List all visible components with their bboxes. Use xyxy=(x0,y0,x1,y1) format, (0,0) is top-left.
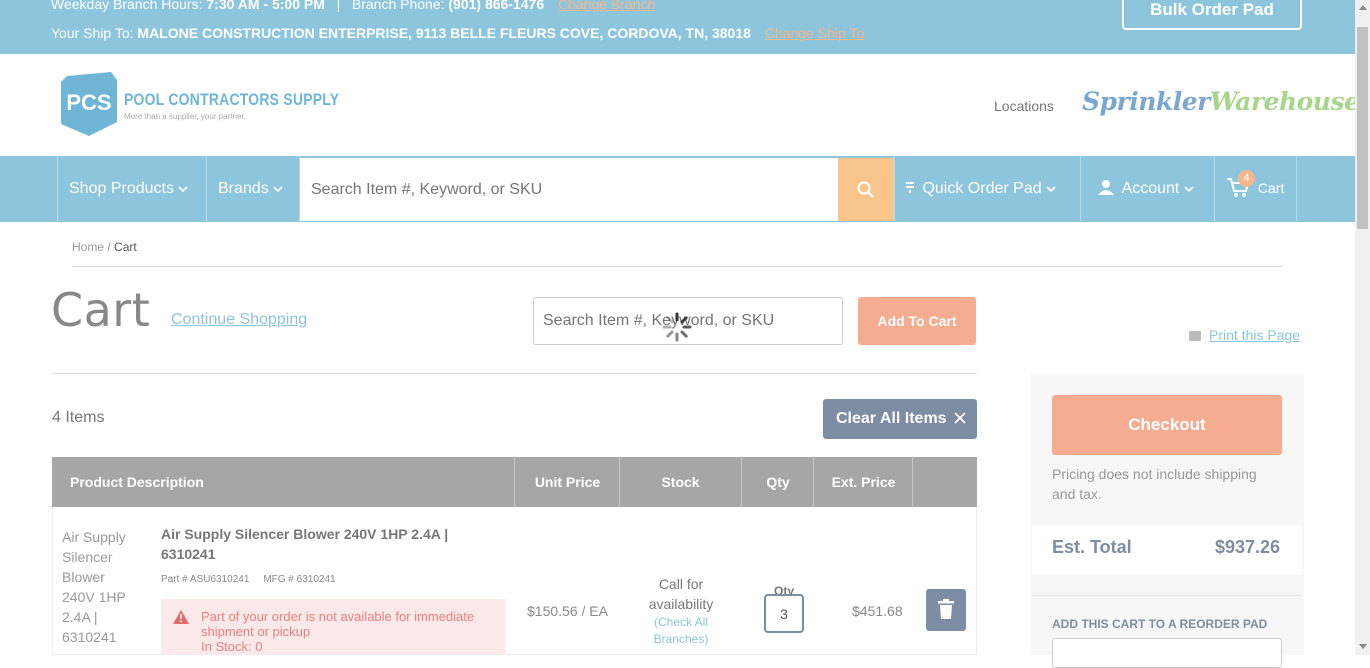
header-unit-price: Unit Price xyxy=(514,457,620,507)
hours-value: 7:30 AM - 5:00 PM xyxy=(206,0,325,12)
breadcrumb-home[interactable]: Home xyxy=(72,240,104,254)
hours-label: Weekday Branch Hours: xyxy=(51,0,203,12)
nav-shop-products[interactable]: Shop Products xyxy=(57,156,207,221)
add-to-cart-button[interactable]: Add To Cart xyxy=(858,297,976,345)
cart-count-badge: 4 xyxy=(1238,170,1255,187)
page-title: Cart xyxy=(51,283,151,337)
mfg-number: MFG # 6310241 xyxy=(263,574,336,585)
sprinkler-warehouse-logo[interactable]: SprinklerWarehouse xyxy=(1082,87,1360,116)
header-ext-price: Ext. Price xyxy=(813,457,913,507)
logo-name: POOL CONTRACTORS SUPPLY xyxy=(124,90,340,109)
header-search-button[interactable] xyxy=(838,158,894,221)
stock-line-2: availability xyxy=(648,596,714,612)
product-image[interactable]: Air Supply Silencer Blower 240V 1HP 2.4A… xyxy=(62,527,132,647)
header-search-input[interactable] xyxy=(300,158,838,221)
divider xyxy=(1032,595,1302,596)
clear-all-items-button[interactable]: Clear All Items xyxy=(823,399,977,439)
check-all-branches-link[interactable]: (Check All xyxy=(630,614,732,631)
nav-quick-order-label: Quick Order Pad xyxy=(922,180,1042,197)
continue-shopping-link[interactable]: Continue Shopping xyxy=(171,311,307,329)
stock-alert: Part of your order is not available for … xyxy=(161,599,505,655)
nav-account-label: Account xyxy=(1121,180,1180,197)
check-all-branches-link-2[interactable]: Branches) xyxy=(630,631,732,648)
product-name-link[interactable]: Air Supply Silencer Blower 240V 1HP 2.4A… xyxy=(161,524,461,564)
nav-brands-label: Brands xyxy=(218,180,269,197)
nav-brands[interactable]: Brands xyxy=(206,156,300,221)
bulk-order-button[interactable]: Bulk Order Pad xyxy=(1122,0,1302,30)
warning-icon xyxy=(173,610,189,624)
part-numbers: Part # ASU6310241 MFG # 6310241 xyxy=(161,574,336,585)
printer-icon xyxy=(1189,331,1201,341)
scroll-down-icon[interactable] xyxy=(1359,644,1367,650)
main-nav: Shop Products Brands Quick Order Pad Acc… xyxy=(0,156,1355,222)
ext-price: $451.68 xyxy=(852,603,903,619)
breadcrumb: Home / Cart xyxy=(72,240,137,254)
header-stock: Stock xyxy=(619,457,741,507)
logo-tagline: More than a supplier, your partner. xyxy=(124,112,246,121)
clear-all-label: Clear All Items xyxy=(836,410,947,427)
divider: | xyxy=(336,0,341,12)
partner-logo-part1: Sprinkler xyxy=(1082,87,1210,116)
ship-to-line: Your Ship To: MALONE CONSTRUCTION ENTERP… xyxy=(51,25,864,41)
reorder-pad-label: ADD THIS CART TO A REORDER PAD xyxy=(1052,617,1268,631)
scrollbar-thumb[interactable] xyxy=(1357,27,1368,229)
breadcrumb-separator: / xyxy=(104,240,115,254)
branch-hours-line: Weekday Branch Hours: 7:30 AM - 5:00 PM … xyxy=(51,0,655,12)
breadcrumb-current: Cart xyxy=(114,240,137,254)
divider xyxy=(52,373,977,374)
unit-price: $150.56 / EA xyxy=(527,603,608,619)
nav-shop-products-label: Shop Products xyxy=(69,180,174,197)
partner-logo-part2: Warehouse xyxy=(1209,87,1360,116)
change-ship-link[interactable]: Change Ship To xyxy=(765,25,864,41)
locations-link[interactable]: Locations xyxy=(994,98,1054,114)
user-icon xyxy=(1098,180,1114,195)
chevron-down-icon xyxy=(1184,186,1194,193)
pcs-logo-icon[interactable]: PCS xyxy=(61,72,117,136)
change-branch-link[interactable]: Change Branch xyxy=(558,0,655,12)
phone-value: (901) 866-1476 xyxy=(448,0,545,12)
divider xyxy=(72,266,1282,267)
site-header: PCS POOL CONTRACTORS SUPPLY More than a … xyxy=(0,54,1360,156)
nav-account[interactable]: Account xyxy=(1080,156,1215,221)
stock-status: Call for availability (Check All Branche… xyxy=(630,574,732,648)
nav-quick-order-pad[interactable]: Quick Order Pad xyxy=(894,156,1081,221)
est-total-value: $937.26 xyxy=(1215,537,1281,557)
header-actions xyxy=(912,457,977,507)
cart-table-header: Product Description Unit Price Stock Qty… xyxy=(52,457,977,507)
ship-value: MALONE CONSTRUCTION ENTERPRISE, 9113 BEL… xyxy=(137,25,751,41)
logo-mark: PCS xyxy=(66,90,111,115)
top-info-bar: Weekday Branch Hours: 7:30 AM - 5:00 PM … xyxy=(0,0,1355,54)
logo-text[interactable]: POOL CONTRACTORS SUPPLY More than a supp… xyxy=(124,90,387,121)
remove-item-button[interactable] xyxy=(926,589,966,631)
nav-cart[interactable]: Cart xyxy=(1214,156,1297,221)
close-icon xyxy=(954,412,966,424)
est-total-label: Est. Total xyxy=(1052,537,1132,557)
chevron-down-icon xyxy=(1046,186,1056,193)
loading-spinner-icon xyxy=(662,312,692,342)
list-icon xyxy=(906,182,914,193)
search-icon xyxy=(857,181,874,198)
alert-message: Part of your order is not available for … xyxy=(201,609,475,639)
trash-icon xyxy=(938,599,954,619)
chevron-down-icon xyxy=(273,186,283,193)
print-label: Print this Page xyxy=(1209,327,1301,343)
pricing-note: Pricing does not include shipping and ta… xyxy=(1052,466,1257,502)
qty-input[interactable]: 3 xyxy=(764,594,804,633)
header-product-description: Product Description xyxy=(70,474,204,490)
ship-label: Your Ship To: xyxy=(51,25,134,41)
in-stock-count: In Stock: 0 xyxy=(201,639,263,654)
nav-cart-label: Cart xyxy=(1257,180,1285,196)
chevron-down-icon xyxy=(178,186,188,193)
checkout-button[interactable]: Checkout xyxy=(1052,395,1282,455)
reorder-pad-select[interactable] xyxy=(1052,638,1282,668)
scroll-up-icon[interactable] xyxy=(1359,4,1367,10)
header-qty: Qty xyxy=(741,457,814,507)
items-count: 4 Items xyxy=(52,409,105,426)
print-page-link[interactable]: Print this Page xyxy=(1189,327,1300,343)
stock-line-1: Call for xyxy=(658,576,704,592)
phone-label: Branch Phone: xyxy=(351,0,445,12)
part-number: Part # ASU6310241 xyxy=(161,574,250,585)
